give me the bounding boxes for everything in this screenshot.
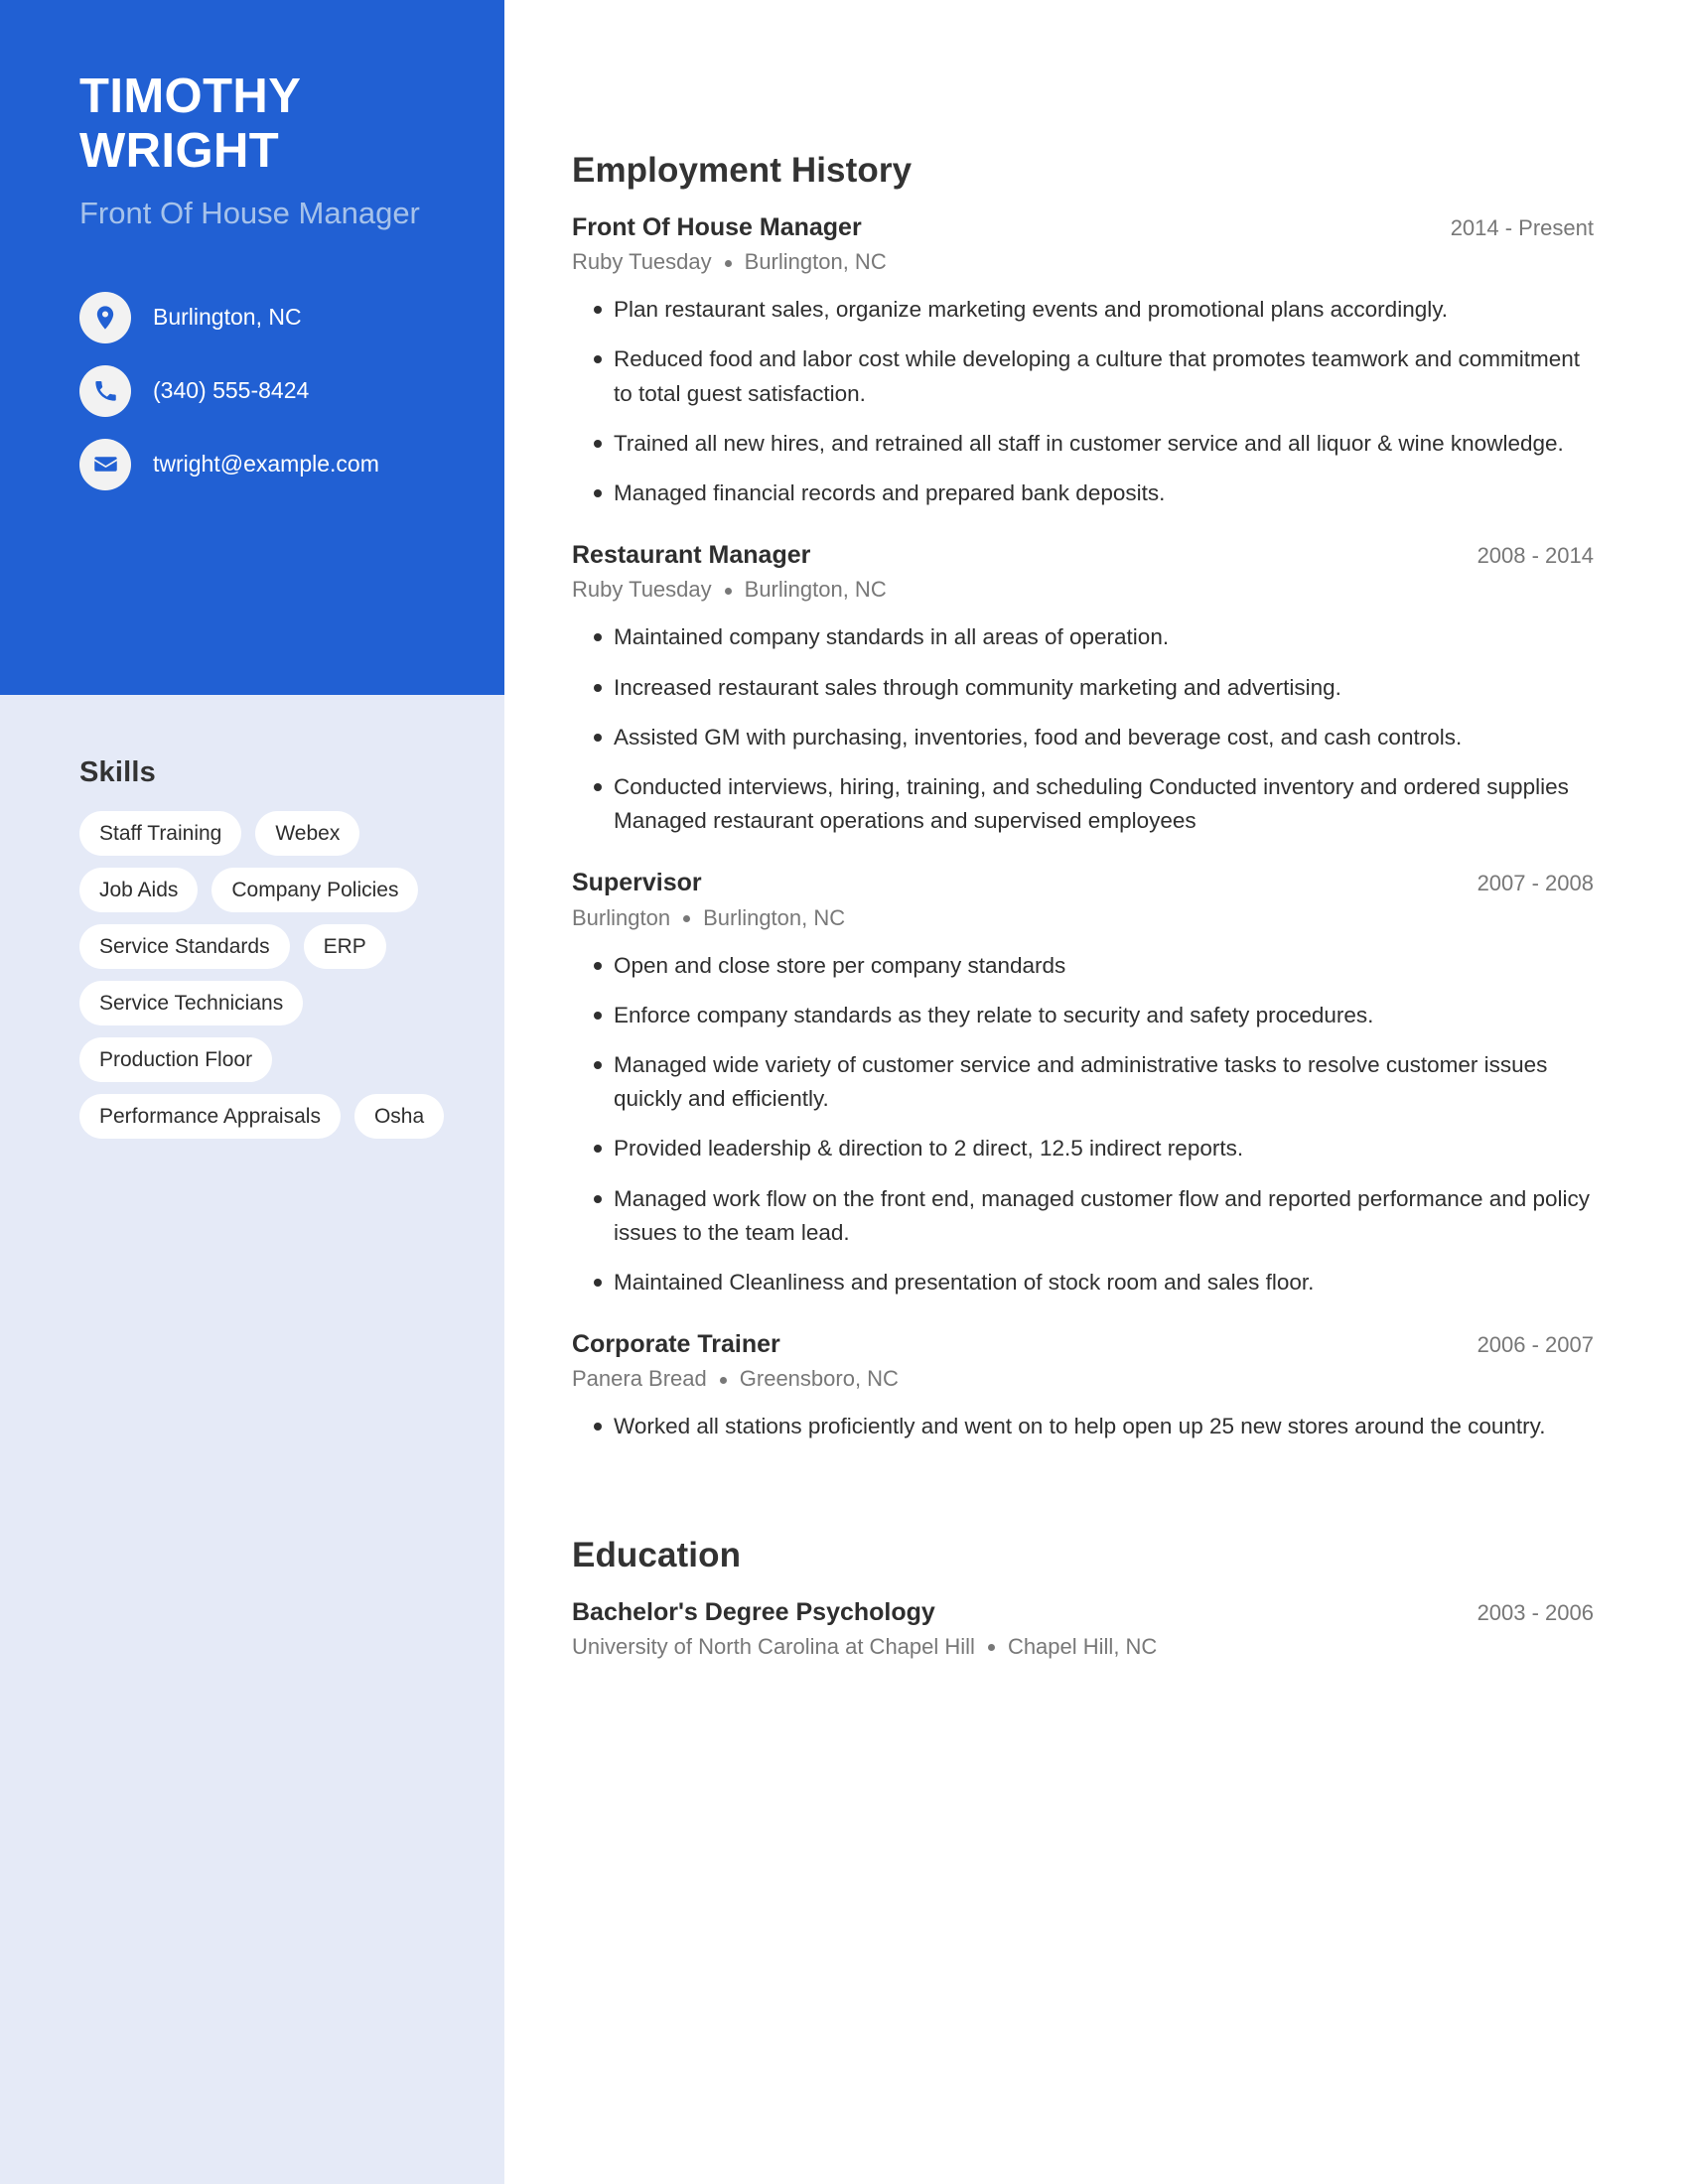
skill-chip: Osha bbox=[353, 1094, 445, 1139]
skill-chip: Webex bbox=[255, 811, 360, 856]
entry-location: Burlington, NC bbox=[744, 249, 887, 275]
entry-location: Burlington, NC bbox=[703, 904, 846, 930]
entry-bullet: Trained all new hires, and retrained all… bbox=[572, 427, 1594, 461]
entry-meta: Ruby Tuesday Burlington, NC bbox=[572, 577, 1594, 603]
phone-icon bbox=[79, 364, 131, 417]
entry-bullet-list: Plan restaurant sales, organize marketin… bbox=[572, 293, 1594, 510]
entry-company: Panera Bread bbox=[572, 1366, 707, 1392]
employment-entry: Restaurant Manager 2008 - 2014 Ruby Tues… bbox=[572, 540, 1594, 838]
contact-item-phone: (340) 555-8424 bbox=[79, 364, 445, 417]
entry-bullet: Worked all stations proficiently and wen… bbox=[572, 1410, 1594, 1443]
candidate-name: TIMOTHY WRIGHT bbox=[79, 69, 301, 178]
entry-bullet: Increased restaurant sales through commu… bbox=[572, 671, 1594, 705]
skills-heading: Skills bbox=[79, 756, 156, 788]
entry-header: Bachelor's Degree Psychology 2003 - 2006 bbox=[572, 1597, 1594, 1628]
skill-chip: Performance Appraisals bbox=[79, 1094, 341, 1139]
skill-chip: ERP bbox=[303, 924, 386, 969]
entry-bullet: Provided leadership & direction to 2 dir… bbox=[572, 1132, 1594, 1165]
entry-job-title: Corporate Trainer bbox=[572, 1330, 780, 1359]
employment-entry: Corporate Trainer 2006 - 2007 Panera Bre… bbox=[572, 1329, 1594, 1443]
dot-separator-icon bbox=[719, 1376, 727, 1384]
skill-chip: Production Floor bbox=[79, 1037, 273, 1082]
entry-meta: Panera Bread Greensboro, NC bbox=[572, 1366, 1594, 1392]
entry-location: Burlington, NC bbox=[744, 577, 887, 603]
entry-header: Front Of House Manager 2014 - Present bbox=[572, 212, 1594, 243]
employment-entry: Front Of House Manager 2014 - Present Ru… bbox=[572, 212, 1594, 510]
entry-dates: 2006 - 2007 bbox=[1477, 1332, 1594, 1358]
sidebar-header: TIMOTHY WRIGHT Front Of House Manager Bu… bbox=[0, 0, 504, 695]
resume-document: TIMOTHY WRIGHT Front Of House Manager Bu… bbox=[0, 0, 1688, 2184]
dot-separator-icon bbox=[987, 1644, 995, 1652]
skill-chip: Job Aids bbox=[79, 868, 199, 912]
entry-meta: Burlington Burlington, NC bbox=[572, 905, 1594, 931]
entry-bullet-list: Open and close store per company standar… bbox=[572, 949, 1594, 1300]
skills-chip-list: Staff Training Webex Job Aids Company Po… bbox=[79, 811, 475, 1139]
entry-header: Corporate Trainer 2006 - 2007 bbox=[572, 1329, 1594, 1360]
entry-location: Greensboro, NC bbox=[739, 1366, 899, 1392]
entry-header: Restaurant Manager 2008 - 2014 bbox=[572, 540, 1594, 571]
main-content: Employment History Front Of House Manage… bbox=[504, 0, 1688, 2184]
candidate-headline: Front Of House Manager bbox=[79, 195, 420, 230]
entry-bullet: Assisted GM with purchasing, inventories… bbox=[572, 721, 1594, 754]
skills-section: Skills Staff Training Webex Job Aids Com… bbox=[0, 695, 504, 1139]
entry-meta: Ruby Tuesday Burlington, NC bbox=[572, 249, 1594, 275]
contact-item-email: twright@example.com bbox=[79, 438, 445, 490]
education-entry: Bachelor's Degree Psychology 2003 - 2006… bbox=[572, 1597, 1594, 1660]
dot-separator-icon bbox=[724, 587, 732, 595]
entry-bullet: Maintained Cleanliness and presentation … bbox=[572, 1266, 1594, 1299]
entry-degree-title: Bachelor's Degree Psychology bbox=[572, 1597, 935, 1626]
entry-dates: 2007 - 2008 bbox=[1477, 871, 1594, 896]
contact-item-location: Burlington, NC bbox=[79, 291, 445, 343]
entry-location: Chapel Hill, NC bbox=[1007, 1633, 1158, 1659]
entry-company: Ruby Tuesday bbox=[572, 577, 712, 603]
education-heading: Education bbox=[572, 1535, 742, 1574]
skill-chip: Service Standards bbox=[79, 924, 290, 969]
entry-bullet: Enforce company standards as they relate… bbox=[572, 999, 1594, 1032]
entry-meta: University of North Carolina at Chapel H… bbox=[572, 1634, 1594, 1660]
entry-dates: 2008 - 2014 bbox=[1477, 543, 1594, 569]
entry-job-title: Front Of House Manager bbox=[572, 213, 862, 241]
employment-history-section: Employment History Front Of House Manage… bbox=[572, 151, 1594, 1444]
entry-bullet: Conducted interviews, hiring, training, … bbox=[572, 770, 1594, 838]
contact-email-text: twright@example.com bbox=[153, 450, 379, 477]
skill-chip: Company Policies bbox=[211, 868, 419, 912]
entry-company: Ruby Tuesday bbox=[572, 249, 712, 275]
entry-school: University of North Carolina at Chapel H… bbox=[572, 1633, 975, 1659]
location-pin-icon bbox=[79, 291, 131, 343]
employment-history-heading: Employment History bbox=[572, 151, 913, 190]
employment-entry: Supervisor 2007 - 2008 Burlington Burlin… bbox=[572, 868, 1594, 1299]
entry-dates: 2003 - 2006 bbox=[1477, 1599, 1594, 1625]
contact-list: Burlington, NC (340) 555-8424 twright@ex… bbox=[79, 291, 445, 490]
skill-chip: Staff Training bbox=[79, 811, 242, 856]
dot-separator-icon bbox=[724, 259, 732, 267]
entry-bullet-list: Maintained company standards in all area… bbox=[572, 620, 1594, 838]
contact-phone-text: (340) 555-8424 bbox=[153, 376, 310, 403]
entry-bullet: Open and close store per company standar… bbox=[572, 949, 1594, 983]
entry-bullet: Plan restaurant sales, organize marketin… bbox=[572, 293, 1594, 327]
entry-dates: 2014 - Present bbox=[1450, 215, 1594, 240]
entry-bullet: Managed work flow on the front end, mana… bbox=[572, 1182, 1594, 1250]
skill-chip: Service Technicians bbox=[79, 981, 304, 1025]
dot-separator-icon bbox=[683, 915, 691, 923]
entry-job-title: Restaurant Manager bbox=[572, 541, 811, 570]
entry-bullet: Reduced food and labor cost while develo… bbox=[572, 342, 1594, 410]
education-section: Education Bachelor's Degree Psychology 2… bbox=[572, 1536, 1594, 1660]
entry-header: Supervisor 2007 - 2008 bbox=[572, 868, 1594, 898]
entry-bullet-list: Worked all stations proficiently and wen… bbox=[572, 1410, 1594, 1443]
contact-location-text: Burlington, NC bbox=[153, 303, 302, 330]
sidebar: TIMOTHY WRIGHT Front Of House Manager Bu… bbox=[0, 0, 504, 2184]
envelope-icon bbox=[79, 438, 131, 490]
entry-bullet: Maintained company standards in all area… bbox=[572, 620, 1594, 654]
entry-job-title: Supervisor bbox=[572, 869, 702, 897]
entry-company: Burlington bbox=[572, 904, 671, 930]
entry-bullet: Managed wide variety of customer service… bbox=[572, 1048, 1594, 1116]
entry-bullet: Managed financial records and prepared b… bbox=[572, 477, 1594, 510]
